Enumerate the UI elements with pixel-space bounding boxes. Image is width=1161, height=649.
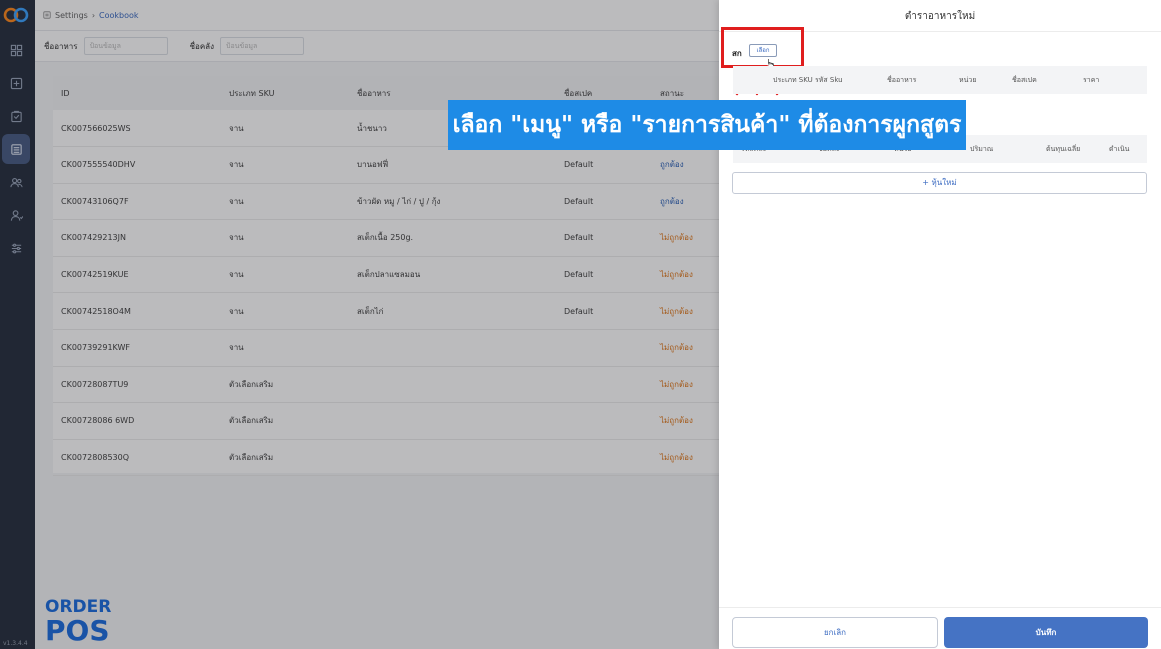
product-table-header: ประเภท SKU รหัส Sku ชื่ออาหาร หน่วย ชื่อ… bbox=[733, 66, 1147, 94]
cancel-button[interactable]: ยกเลิก bbox=[732, 617, 938, 648]
col-product-unit: หน่วย bbox=[959, 75, 977, 84]
col-product-sku-code: รหัส Sku bbox=[815, 75, 843, 84]
footer-divider bbox=[719, 607, 1161, 608]
col-product-sku-type: ประเภท SKU bbox=[773, 75, 813, 84]
col-product-variant: ชื่อสเปค bbox=[1012, 75, 1037, 84]
col-product-price: ราคา bbox=[1083, 75, 1100, 84]
save-button[interactable]: บันทึก bbox=[944, 617, 1148, 648]
col-ingredient-avg-cost: ต้นทุนเฉลี่ย bbox=[1046, 144, 1081, 153]
add-ingredient-button[interactable]: + หุ้นใหม่ bbox=[732, 172, 1147, 194]
highlight-box bbox=[721, 27, 804, 68]
modal-overlay[interactable] bbox=[0, 0, 719, 649]
new-cookbook-drawer: ตำราอาหารใหม่ สก เลือก ประเภท SKU รหัส S… bbox=[719, 0, 1161, 649]
col-ingredient-action: ดำเนิน bbox=[1109, 144, 1130, 153]
drawer-title: ตำราอาหารใหม่ bbox=[904, 11, 976, 22]
col-product-food-name: ชื่ออาหาร bbox=[887, 75, 917, 84]
col-ingredient-qty: ปริมาณ bbox=[970, 144, 994, 153]
instruction-banner: เลือก "เมนู" หรือ "รายการสินค้า" ที่ต้อง… bbox=[448, 100, 966, 150]
